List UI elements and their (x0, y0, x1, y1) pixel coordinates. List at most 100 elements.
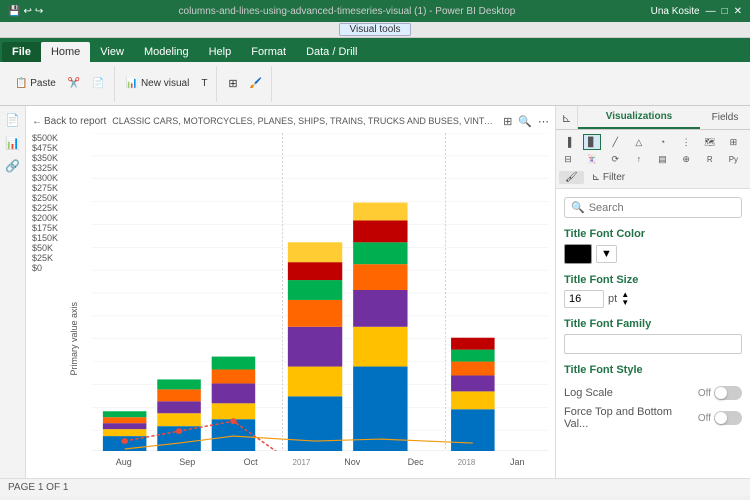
y-axis-labels: $500K $475K $350K $325K $300K $275K $250… (32, 133, 74, 291)
sidebar-icon-model[interactable]: 🔗 (3, 156, 23, 176)
app-icons: 💾 ↩ ↪ (8, 6, 43, 17)
tab-file[interactable]: File (2, 42, 41, 62)
color-swatch[interactable] (564, 244, 592, 264)
chart-area: ← Back to report CLASSIC CARS, MOTORCYCL… (26, 106, 555, 478)
search-input[interactable] (589, 202, 735, 214)
sidebar-icon-data[interactable]: 📊 (3, 133, 23, 153)
font-size-stepper[interactable]: ▲ ▼ (621, 291, 629, 307)
vis-icon-line[interactable]: ╱ (606, 134, 624, 150)
vis-icon-table[interactable]: ⊞ (724, 134, 742, 150)
sub-tab-format[interactable]: 🖌 (559, 171, 584, 184)
left-sidebar: 📄 📊 🔗 (0, 106, 26, 478)
title-font-color-section: Title Font Color ▼ (564, 228, 742, 264)
window-title: columns-and-lines-using-advanced-timeser… (49, 6, 644, 17)
window-controls: —□✕ (706, 6, 742, 17)
log-scale-off-label: Off (698, 388, 711, 399)
main-content: 📄 📊 🔗 ← Back to report CLASSIC CARS, MOT… (0, 106, 750, 478)
log-scale-toggle-group: Off (698, 386, 742, 400)
vis-icon-r[interactable]: R (701, 151, 719, 167)
page-indicator: PAGE 1 OF 1 (8, 482, 68, 493)
font-size-input[interactable] (564, 290, 604, 308)
right-panel: ⊾ Visualizations Fields ▐ ▊ ╱ △ ◔ ⋮ 🗺 ⊞ … (555, 106, 750, 478)
panel-top-tabs: ⊾ Visualizations Fields (556, 106, 750, 130)
title-font-color-label: Title Font Color (564, 228, 742, 240)
vis-icon-matrix[interactable]: ⊟ (559, 151, 577, 167)
vis-icon-pie[interactable]: ◔ (654, 134, 672, 150)
color-control: ▼ (564, 244, 742, 264)
log-scale-toggle-row: Log Scale Off (564, 386, 742, 400)
title-font-family-section: Title Font Family (564, 318, 742, 354)
sidebar-icon-report[interactable]: 📄 (3, 110, 23, 130)
vis-icon-scatter[interactable]: ⋮ (677, 134, 695, 150)
back-label: Back to report (44, 116, 106, 127)
tab-help[interactable]: Help (199, 42, 242, 62)
tab-data-drill[interactable]: Data / Drill (296, 42, 367, 62)
page-footer: PAGE 1 OF 1 (0, 478, 750, 496)
more-options-btn[interactable]: ⋯ (538, 115, 549, 128)
format-panel: 🔍 Title Font Color ▼ Title Font Size pt (556, 189, 750, 478)
vis-icon-gauge[interactable]: ⟳ (606, 151, 624, 167)
chart-visualization: $500K $475K $350K $325K $300K $275K $250… (32, 133, 549, 471)
visual-tools-badge: Visual tools (339, 23, 412, 36)
chart-title: CLASSIC CARS, MOTORCYCLES, PLANES, SHIPS… (112, 116, 497, 126)
search-icon: 🔍 (571, 201, 585, 214)
vis-icon-map[interactable]: 🗺 (701, 134, 719, 150)
tab-view[interactable]: View (90, 42, 134, 62)
log-scale-toggle[interactable] (714, 386, 742, 400)
vis-icon-bar[interactable]: ▐ (559, 134, 577, 150)
log-scale-label: Log Scale (564, 387, 613, 399)
vis-icon-card[interactable]: 🃏 (583, 151, 601, 167)
tab-modeling[interactable]: Modeling (134, 42, 199, 62)
tab-format[interactable]: Format (241, 42, 296, 62)
cut-btn[interactable]: ✂️ (63, 76, 85, 91)
format-painter-btn[interactable]: 🖌️ (245, 76, 267, 91)
stepper-down[interactable]: ▼ (621, 299, 629, 307)
title-font-family-label: Title Font Family (564, 318, 742, 330)
y-axis-title: Primary value axis (69, 302, 79, 376)
vis-icon-stacked[interactable]: ▊ (583, 134, 601, 150)
panel-tab-filter[interactable]: ⊾ (556, 106, 578, 129)
search-box[interactable]: 🔍 (564, 197, 742, 218)
ribbon-toolbar: 📋 Paste ✂️ 📄 📊 New visual T ⊞ 🖌️ (0, 62, 750, 106)
pt-label: pt (608, 293, 617, 305)
chart-nav: ← Back to report CLASSIC CARS, MOTORCYCL… (32, 112, 549, 130)
chart-svg (92, 133, 549, 451)
font-family-input[interactable] (564, 334, 742, 354)
sub-tab-filter-icon[interactable]: ⊾ Filter (586, 171, 631, 184)
zoom-in-btn[interactable]: 🔍 (518, 115, 532, 128)
copy-btn[interactable]: 📄 (87, 76, 109, 91)
ribbon-tabs: File Home View Modeling Help Format Data… (0, 38, 750, 62)
filter-icon-btn[interactable]: ⊞ (223, 75, 242, 92)
vis-icon-kpi[interactable]: ↑ (630, 151, 648, 167)
panel-tab-fields[interactable]: Fields (700, 106, 750, 129)
x-axis: Aug Sep Oct 2017 Nov Dec 2018 Jan (92, 453, 549, 471)
title-font-style-section: Title Font Style (564, 364, 742, 376)
vis-icon-area[interactable]: △ (630, 134, 648, 150)
force-top-bottom-toggle[interactable] (714, 411, 742, 425)
visual-tools-band: Visual tools (0, 22, 750, 38)
user-name: Una Kosite (651, 6, 700, 17)
vis-icon-slicer[interactable]: ▤ (654, 151, 672, 167)
force-toggle-group: Off (698, 411, 742, 425)
vis-icon-more[interactable]: ⊕ (677, 151, 695, 167)
title-font-style-label: Title Font Style (564, 364, 742, 376)
title-font-size-label: Title Font Size (564, 274, 742, 286)
force-top-bottom-toggle-row: Force Top and Bottom Val... Off (564, 406, 742, 430)
ribbon-group-1: 📋 Paste ✂️ 📄 (6, 66, 115, 102)
vis-icon-python[interactable]: Py (724, 151, 742, 167)
force-top-bottom-label: Force Top and Bottom Val... (564, 406, 698, 430)
color-dropdown-btn[interactable]: ▼ (596, 245, 617, 263)
vis-icon-grid: ▐ ▊ ╱ △ ◔ ⋮ 🗺 ⊞ ⊟ 🃏 ⟳ ↑ ▤ ⊕ R Py 🖌 ⊾ Fil (556, 130, 750, 189)
expand-btn[interactable]: ⊞ (503, 115, 512, 128)
paste-btn[interactable]: 📋 Paste (10, 76, 61, 91)
title-font-size-section: Title Font Size pt ▲ ▼ (564, 274, 742, 308)
ribbon-group-3: ⊞ 🖌️ (219, 66, 272, 102)
panel-tab-visualizations[interactable]: Visualizations (578, 106, 700, 129)
title-bar: 💾 ↩ ↪ columns-and-lines-using-advanced-t… (0, 0, 750, 22)
text-box-btn[interactable]: T (196, 76, 212, 91)
new-visual-btn[interactable]: 📊 New visual (121, 76, 195, 91)
tab-home[interactable]: Home (41, 42, 90, 62)
back-icon: ← (32, 116, 42, 127)
font-size-control: pt ▲ ▼ (564, 290, 742, 308)
back-to-report-btn[interactable]: ← Back to report (32, 116, 106, 127)
